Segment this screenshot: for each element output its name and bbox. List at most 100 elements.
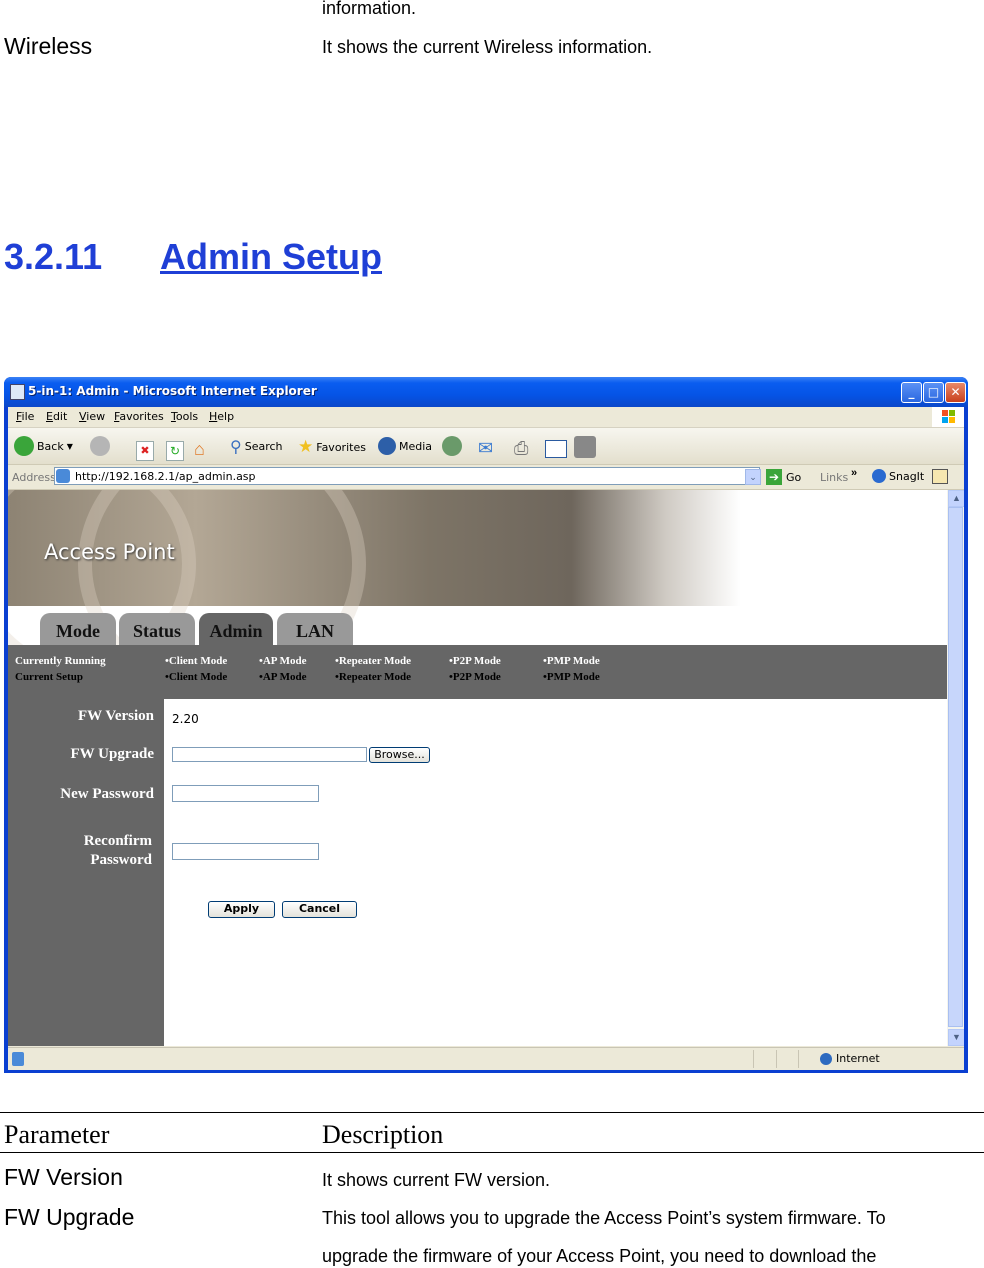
window-title: 5-in-1: Admin - Microsoft Internet Explo…: [28, 384, 317, 398]
menu-file[interactable]: File: [16, 410, 34, 423]
address-input[interactable]: http://192.168.2.1/ap_admin.asp: [54, 467, 760, 485]
status-divider: [776, 1050, 777, 1068]
setup-p2p-mode: •P2P Mode: [449, 671, 501, 683]
page-icon: [56, 469, 70, 483]
menu-view[interactable]: View: [79, 410, 105, 423]
desc-fw-upgrade-line2: upgrade the firmware of your Access Poin…: [322, 1246, 877, 1266]
go-label: Go: [786, 470, 802, 484]
scroll-thumb[interactable]: [948, 507, 963, 1027]
new-password-input[interactable]: [172, 785, 319, 802]
table-header-rule: [0, 1152, 984, 1153]
status-bar: Internet: [8, 1047, 964, 1070]
page-viewport: Access Point Mode Status Admin LAN Curre…: [8, 490, 964, 1046]
favorites-label: Favorites: [316, 440, 366, 454]
setup-ap-mode: •AP Mode: [259, 671, 307, 683]
go-button[interactable]: ➔ Go: [766, 469, 801, 485]
links-chevron-icon[interactable]: »: [851, 467, 857, 479]
vertical-scrollbar[interactable]: ▲ ▼: [947, 490, 964, 1046]
maximize-button[interactable]: □: [923, 382, 944, 403]
address-label: Address: [12, 471, 56, 484]
banner: Access Point: [8, 490, 947, 698]
go-arrow-icon: ➔: [766, 469, 782, 485]
tab-mode[interactable]: Mode: [40, 613, 116, 645]
address-bar: Address http://192.168.2.1/ap_admin.asp …: [8, 465, 964, 490]
setup-pmp-mode: •PMP Mode: [543, 671, 600, 683]
running-ap-mode: •AP Mode: [259, 655, 307, 667]
title-bar: 5-in-1: Admin - Microsoft Internet Explo…: [4, 377, 968, 407]
tab-lan[interactable]: LAN: [277, 613, 353, 645]
address-dropdown-icon[interactable]: ⌄: [745, 469, 761, 485]
back-button[interactable]: Back ▼: [14, 436, 73, 456]
fw-version-value: 2.20: [172, 712, 199, 726]
favorites-button[interactable]: ★ Favorites: [298, 437, 366, 457]
refresh-icon[interactable]: ↻: [166, 441, 184, 461]
page-status-icon: [12, 1052, 24, 1066]
form-label-column: FW Version FW Upgrade New Password Recon…: [8, 699, 164, 1046]
mail-icon[interactable]: ✉: [478, 438, 493, 459]
tab-admin[interactable]: Admin: [199, 613, 273, 645]
ie-page-icon: [10, 384, 25, 400]
toolbar: Back ▼ ✖ ↻ ⌂ ⚲ Search ★ Favorites Media: [8, 428, 964, 465]
zone-label: Internet: [836, 1052, 880, 1065]
history-icon[interactable]: [442, 436, 462, 461]
apply-button[interactable]: Apply: [208, 901, 275, 918]
reconfirm-password-input[interactable]: [172, 843, 319, 860]
param-fw-version: FW Version: [4, 1164, 123, 1190]
desc-fw-version: It shows current FW version.: [322, 1170, 551, 1190]
menu-tools[interactable]: Tools: [171, 410, 198, 423]
cancel-button[interactable]: Cancel: [282, 901, 357, 918]
security-zone: Internet: [820, 1052, 880, 1065]
status-divider: [798, 1050, 799, 1068]
wireless-description: It shows the current Wireless informatio…: [322, 37, 653, 57]
reconfirm-label-line1: Reconfirm: [83, 833, 152, 849]
prev-description-tail: information.: [322, 0, 417, 18]
messenger-icon[interactable]: [574, 436, 596, 458]
section-number: 3.2.11: [4, 236, 103, 277]
table-top-rule: [0, 1112, 984, 1113]
param-fw-upgrade: FW Upgrade: [4, 1204, 135, 1230]
wireless-param: Wireless: [4, 33, 93, 59]
current-setup-label: Current Setup: [15, 671, 83, 683]
setup-repeater-mode: •Repeater Mode: [335, 671, 412, 683]
forward-button[interactable]: [90, 436, 110, 456]
banner-title: Access Point: [44, 540, 175, 564]
running-repeater-mode: •Repeater Mode: [335, 655, 412, 667]
media-label: Media: [399, 439, 433, 453]
forward-arrow-icon: [90, 436, 110, 456]
menu-favorites[interactable]: Favorites: [114, 410, 164, 423]
minimize-button[interactable]: _: [901, 382, 922, 403]
snagit-capture-icon[interactable]: [932, 469, 948, 484]
links-label[interactable]: Links: [820, 471, 848, 484]
header-description: Description: [322, 1120, 444, 1149]
browse-button[interactable]: Browse...: [369, 747, 430, 763]
browser-window: 5-in-1: Admin - Microsoft Internet Explo…: [4, 377, 968, 1073]
desc-fw-upgrade-line1: This tool allows you to upgrade the Acce…: [322, 1208, 886, 1228]
tab-status[interactable]: Status: [119, 613, 195, 645]
fw-upgrade-file-input[interactable]: [172, 747, 367, 762]
back-dropdown-icon: ▼: [66, 441, 73, 451]
menu-bar: File Edit View Favorites Tools Help: [8, 407, 964, 428]
media-icon: [378, 437, 396, 455]
home-icon[interactable]: ⌂: [194, 439, 205, 460]
snagit-button[interactable]: SnagIt: [872, 469, 924, 483]
snagit-label: SnagIt: [889, 469, 925, 483]
new-password-label: New Password: [60, 786, 154, 802]
stop-icon[interactable]: ✖: [136, 441, 154, 461]
setup-client-mode: •Client Mode: [165, 671, 228, 683]
favorites-star-icon: ★: [298, 437, 314, 457]
snagit-icon: [872, 469, 886, 483]
running-p2p-mode: •P2P Mode: [449, 655, 501, 667]
scroll-down-icon[interactable]: ▼: [948, 1029, 964, 1046]
edit-icon[interactable]: [545, 440, 567, 458]
running-pmp-mode: •PMP Mode: [543, 655, 600, 667]
scroll-up-icon[interactable]: ▲: [948, 490, 964, 507]
menu-edit[interactable]: Edit: [46, 410, 67, 423]
search-label: Search: [244, 440, 283, 453]
close-button[interactable]: ✕: [945, 382, 966, 403]
section-heading: 3.2.11 Admin Setup: [4, 236, 382, 278]
search-button[interactable]: ⚲ Search: [230, 437, 283, 456]
fw-upgrade-label: FW Upgrade: [70, 746, 154, 762]
print-icon[interactable]: ⎙: [514, 438, 528, 459]
menu-help[interactable]: Help: [209, 410, 234, 423]
media-button[interactable]: Media: [378, 437, 432, 455]
